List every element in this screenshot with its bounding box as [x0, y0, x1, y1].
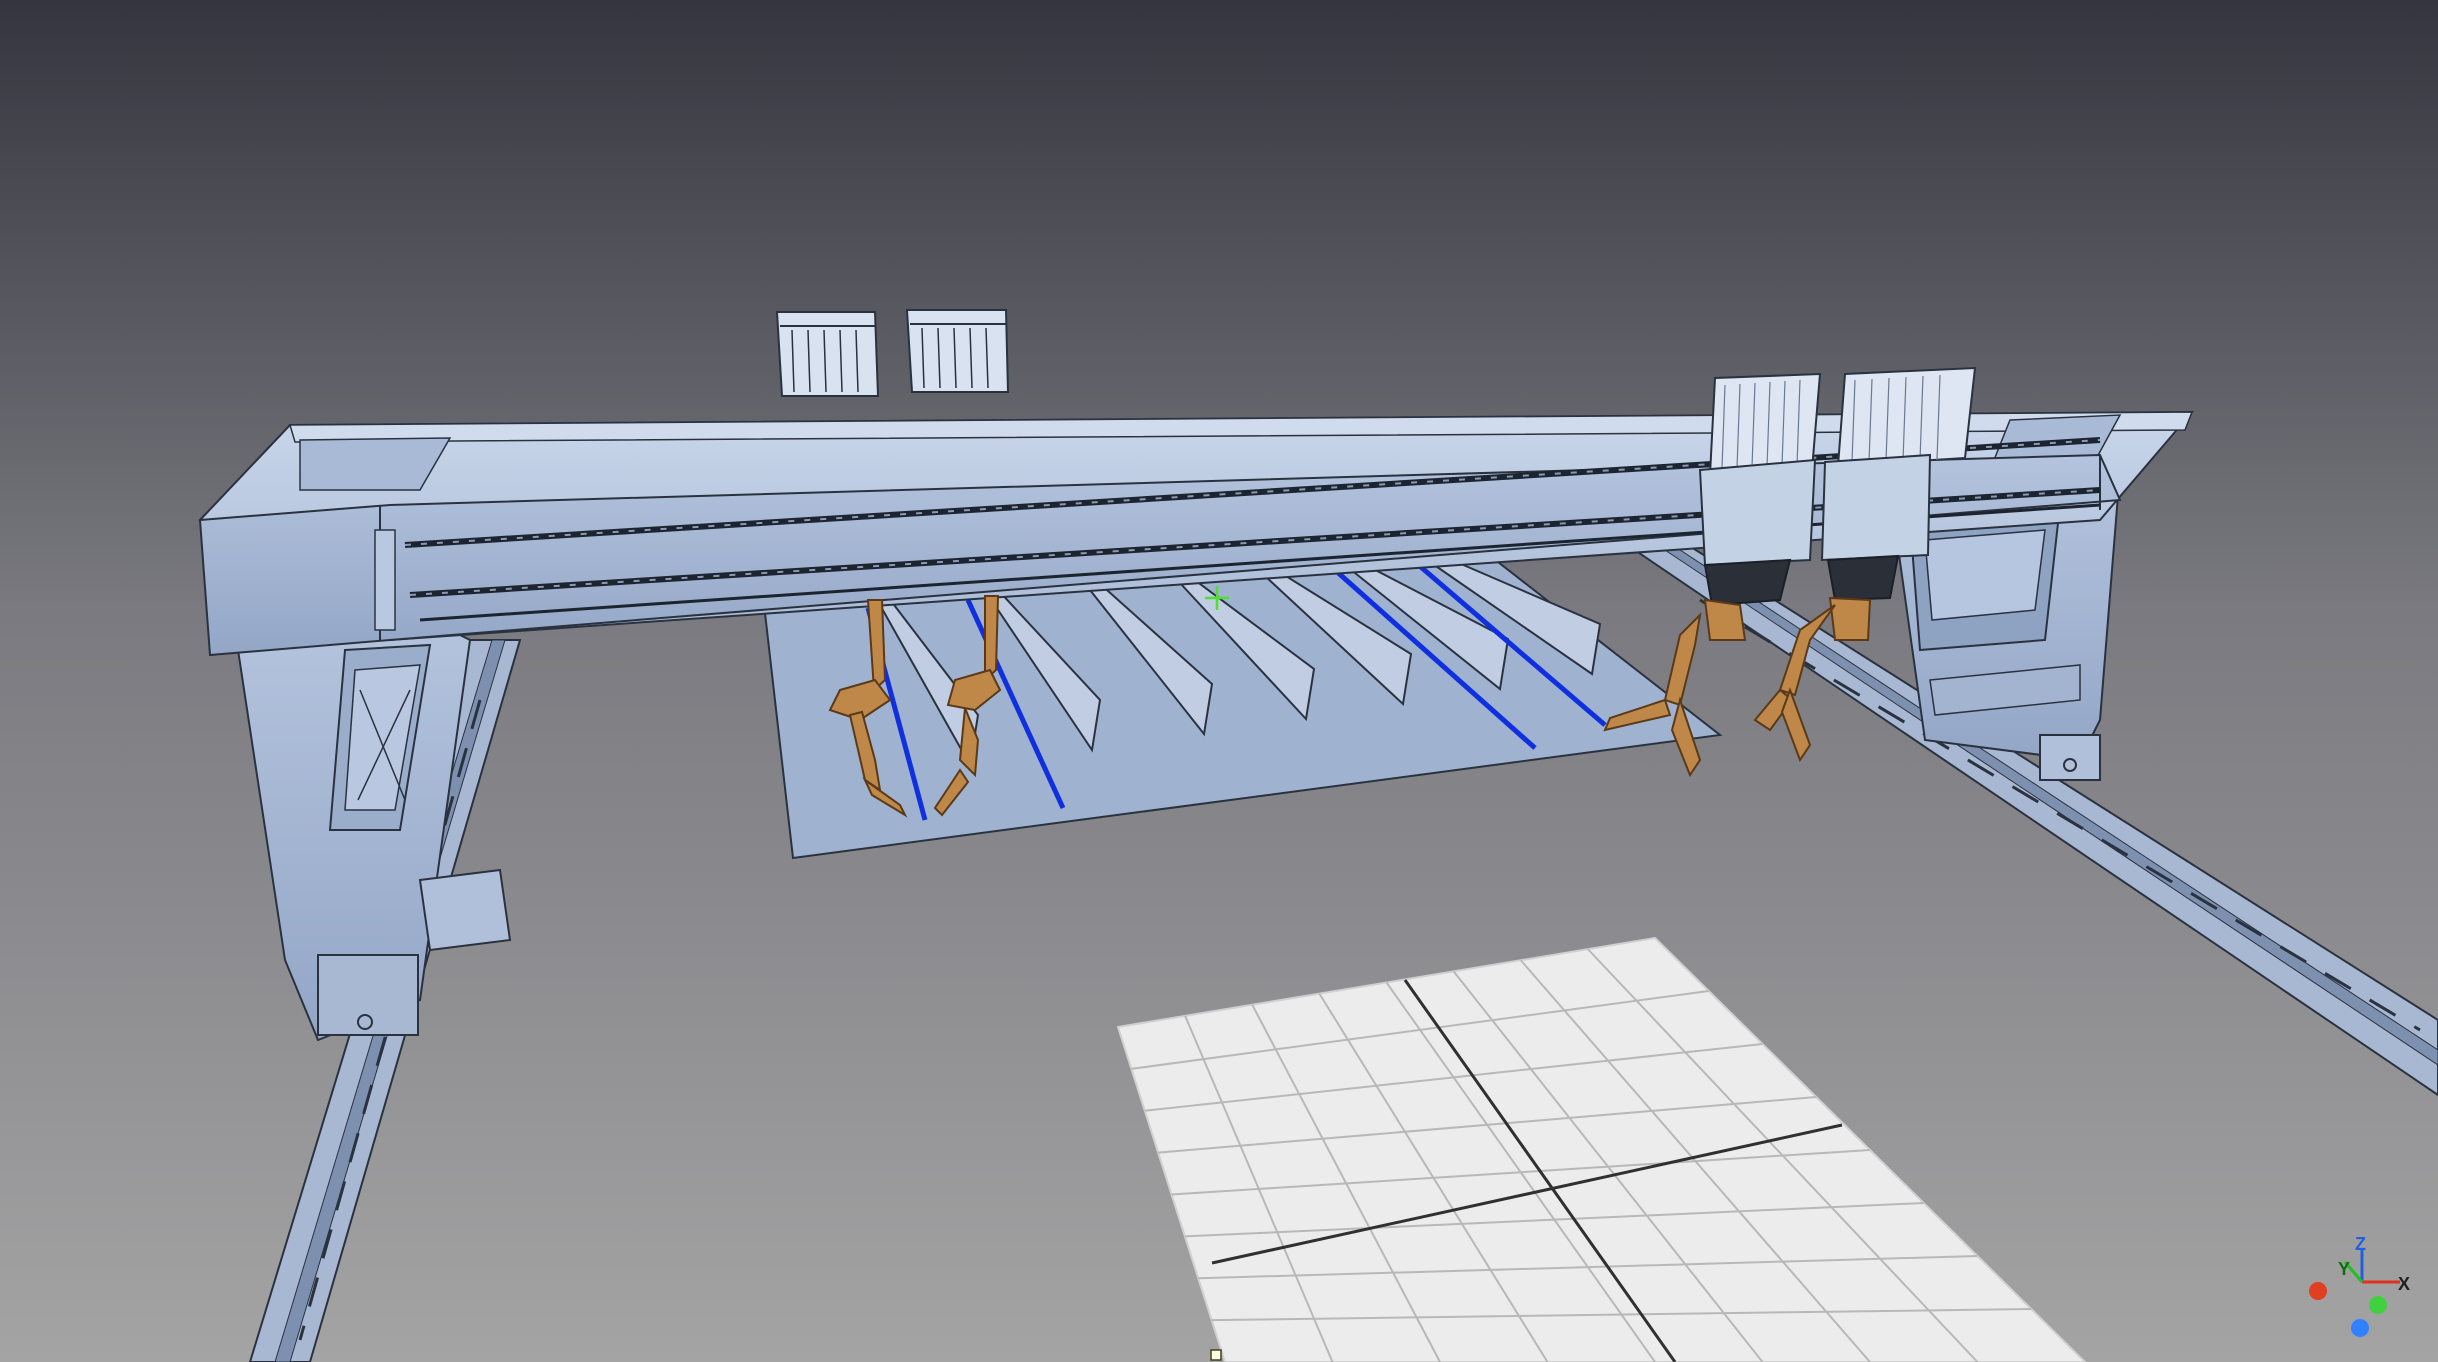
cable-tray-box-1[interactable] [775, 311, 880, 397]
origin-handle-icon[interactable] [1210, 1349, 1222, 1361]
axis-z-label[interactable]: Z [2355, 1234, 2366, 1254]
axis-x-label[interactable]: X [2398, 1274, 2410, 1294]
axis-y-negative-handle-icon[interactable] [2369, 1296, 2387, 1314]
3d-viewport[interactable]: Z Y X [0, 0, 2438, 1362]
axis-x-negative-handle-icon[interactable] [2309, 1282, 2327, 1300]
scene-canvas[interactable]: Z Y X [0, 0, 2438, 1362]
axis-y-label[interactable]: Y [2338, 1259, 2350, 1279]
axis-z-negative-handle-icon[interactable] [2351, 1319, 2369, 1337]
cable-tray-box-2[interactable] [905, 309, 1010, 393]
